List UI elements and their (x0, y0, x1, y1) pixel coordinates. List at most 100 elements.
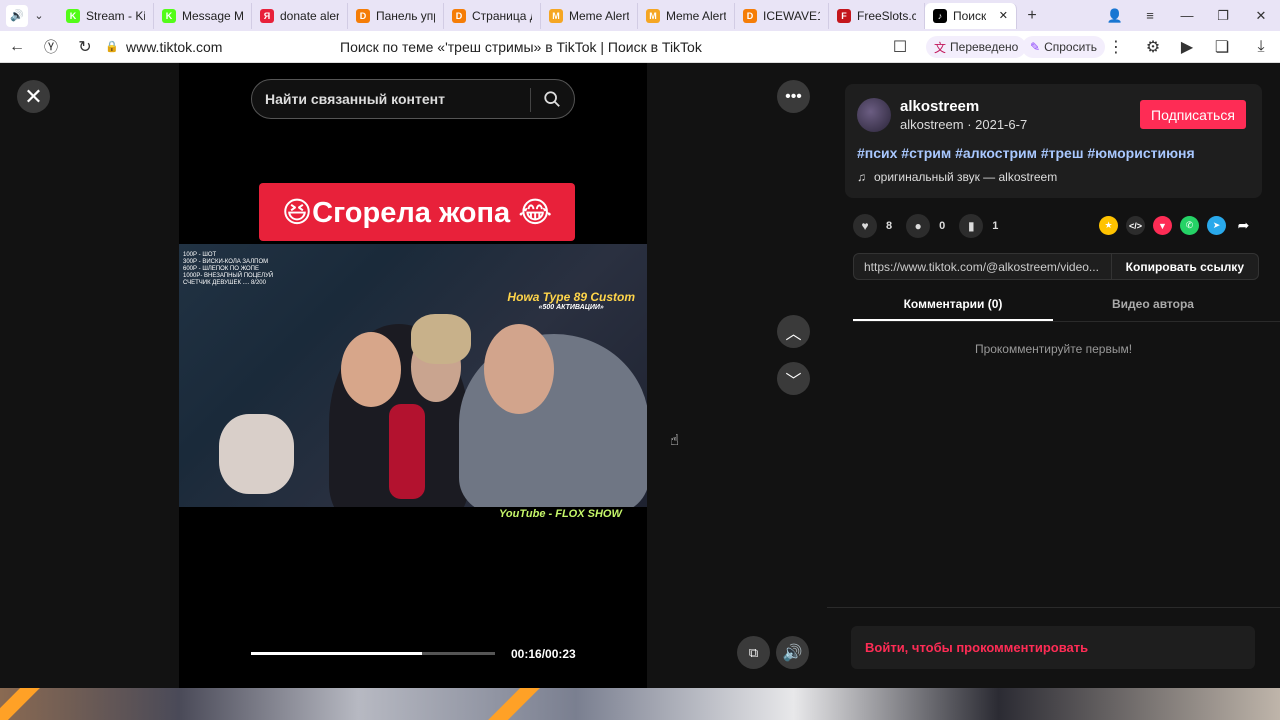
browser-tab[interactable]: M Meme Alert (541, 2, 638, 29)
share-link[interactable]: https://www.tiktok.com/@alkostreem/video… (854, 260, 1111, 274)
copy-link-button[interactable]: Копировать ссылку (1110, 254, 1258, 279)
extensions-icon[interactable]: ⚙ (1136, 31, 1170, 63)
whatsapp-icon[interactable]: ✆ (1180, 216, 1199, 235)
embed-icon[interactable]: </> (1126, 216, 1145, 235)
share-link-box: https://www.tiktok.com/@alkostreem/video… (853, 253, 1259, 280)
share-arrow-icon[interactable]: ➦ (1234, 216, 1253, 235)
bookmark-icon[interactable]: ☐ (883, 31, 917, 63)
like-action[interactable]: ♥ 8 (853, 214, 892, 238)
more-options-icon[interactable]: ••• (777, 80, 810, 113)
ask-button[interactable]: ✎ Спросить (1022, 36, 1106, 58)
browser-tab[interactable]: D ICEWAVE1 (735, 2, 829, 29)
time-display: 00:16/00:23 (511, 647, 576, 661)
minimize-icon[interactable]: — (1170, 0, 1204, 31)
browser-tab[interactable]: K Message M (154, 2, 252, 29)
related-search-input[interactable]: Найти связанный контент (251, 79, 575, 119)
collections-icon[interactable]: ❏ (1205, 31, 1239, 63)
window-close-icon[interactable]: ✕ (1244, 0, 1278, 31)
browser-tab[interactable]: K Stream - Kic (58, 2, 154, 29)
download-icon[interactable]: ⤓ (1244, 31, 1278, 63)
tab-title: Страница д (472, 8, 532, 23)
share-friends-icon[interactable]: ★ (1099, 216, 1118, 235)
sound-name: оригинальный звук — alkostreem (874, 170, 1058, 184)
login-to-comment-button[interactable]: Войти, чтобы прокомментировать (851, 626, 1255, 669)
follow-button[interactable]: Подписаться (1140, 100, 1246, 129)
video-player[interactable]: Найти связанный контент 😆Сгорела жопа 😂 … (179, 63, 647, 688)
video-frame: 100Р - ШОТ 300Р - ВИСКИ-КОЛА ЗАЛПОМ 600Р -… (179, 244, 647, 507)
tab-title: Поиск (953, 8, 987, 23)
pip-icon[interactable]: ⧉ (737, 636, 770, 669)
tab-favicon-icon: Я (260, 8, 274, 23)
translated-badge[interactable]: 文 Переведено (926, 36, 1027, 58)
media-icon[interactable]: ▶ (1170, 31, 1204, 63)
donation-line: 100Р - ШОТ (183, 252, 217, 258)
share-row: ★ </> ▼ ✆ ➤ ➦ (1099, 216, 1253, 235)
reload-icon[interactable]: ↻ (68, 31, 102, 63)
browser-tab[interactable]: M Meme Alert (638, 2, 735, 29)
tab-favicon-icon: D (356, 8, 370, 23)
page-title: Поиск по теме «'треш стримы» в TikTok | … (340, 39, 702, 55)
tab-audio-icon[interactable]: 🔊 (6, 4, 28, 27)
tab-favicon-icon: F (837, 8, 851, 23)
tab-title: Meme Alert (666, 8, 726, 23)
browser-tab[interactable]: D Страница д (444, 2, 541, 29)
tab-title: donate alert (280, 8, 339, 23)
send-icon[interactable]: ▼ (1153, 216, 1172, 235)
tab-favicon-icon: K (66, 8, 80, 23)
previous-video-icon[interactable]: ︿ (777, 315, 810, 348)
brand-line-1: Howa Type 89 Custom (507, 290, 635, 304)
url-field[interactable]: www.tiktok.com (126, 39, 222, 55)
telegram-icon[interactable]: ➤ (1207, 216, 1226, 235)
save-action[interactable]: ▮ 1 (959, 214, 998, 238)
hashtags[interactable]: #псих #стрим #алкострим #треш #юмористию… (857, 145, 1195, 161)
progress-bar[interactable] (251, 652, 495, 655)
brand-text: Howa Type 89 Custom «500 АКТИВАЦИИ» (507, 290, 635, 311)
search-icon[interactable] (543, 90, 561, 108)
ask-label: Спросить (1044, 40, 1098, 54)
author-subline: alkostreem · 2021-6-7 (900, 117, 1028, 132)
tab-favicon-icon: M (549, 8, 563, 23)
restore-icon[interactable]: ❐ (1206, 0, 1240, 31)
menu-icon[interactable]: ≡ (1133, 0, 1167, 31)
more-icon[interactable]: ⋮ (1099, 31, 1133, 63)
tab-favicon-icon: D (743, 8, 757, 23)
volume-icon[interactable]: 🔊 (776, 636, 809, 669)
browser-tab[interactable]: ♪ Поиск ✕ (925, 2, 1017, 29)
tab-close-icon[interactable]: ✕ (999, 9, 1008, 22)
translated-label: Переведено (950, 40, 1019, 54)
panel-tabs: Комментарии (0) Видео автора (853, 291, 1280, 322)
donation-line: 1000Р- ВНЕЗАПНЫЙ ПОЦЕЛУЙ (183, 273, 274, 279)
lock-icon: 🔒 (105, 41, 119, 53)
close-viewer-icon[interactable]: ✕ (17, 80, 50, 113)
donation-list: 100Р - ШОТ 300Р - ВИСКИ-КОЛА ЗАЛПОМ 600Р -… (183, 252, 273, 287)
tab-list-chevron-icon[interactable]: ⌄ (28, 5, 50, 27)
video-viewer: ✕ Найти связанный контент 😆Сгорела жопа … (0, 63, 1280, 688)
tab-author-videos[interactable]: Видео автора (1053, 291, 1253, 321)
empty-comments-text: Прокомментируйте первым! (974, 342, 1133, 356)
browser-tab[interactable]: D Панель упр (348, 2, 444, 29)
post-actions: ♥ 8 ● 0 ▮ 1 (853, 214, 998, 238)
donation-line: 600Р - ШЛЕПОК ПО ЖОПЕ (183, 266, 259, 272)
translate-icon: 文 (934, 40, 947, 55)
post-panel: alkostreem alkostreem · 2021-6-7 Подписа… (827, 63, 1280, 688)
tab-favicon-icon: D (452, 8, 466, 23)
tab-comments[interactable]: Комментарии (0) (853, 291, 1053, 321)
music-note-icon: ♫ (857, 170, 866, 184)
divider (827, 607, 1280, 608)
tab-favicon-icon: K (162, 8, 176, 23)
next-video-icon[interactable]: ﹀ (777, 362, 810, 395)
sound-info[interactable]: ♫ оригинальный звук — alkostreem (857, 170, 1057, 184)
back-icon[interactable]: ← (0, 31, 34, 63)
author-name[interactable]: alkostreem (900, 98, 979, 115)
profile-icon[interactable]: 👤 (1098, 0, 1132, 31)
yandex-icon[interactable]: Ⓨ (34, 31, 68, 63)
avatar[interactable] (857, 98, 891, 132)
browser-tab[interactable]: F FreeSlots.co (829, 2, 925, 29)
browser-tab[interactable]: Яdonate alert (252, 2, 348, 29)
comment-action[interactable]: ● 0 (906, 214, 945, 238)
progress-fill (251, 652, 422, 655)
tab-title: ICEWAVE1 (763, 8, 820, 23)
new-tab-button[interactable]: + (1021, 5, 1043, 27)
corner-ribbon (485, 688, 545, 720)
like-count: 8 (886, 220, 893, 232)
